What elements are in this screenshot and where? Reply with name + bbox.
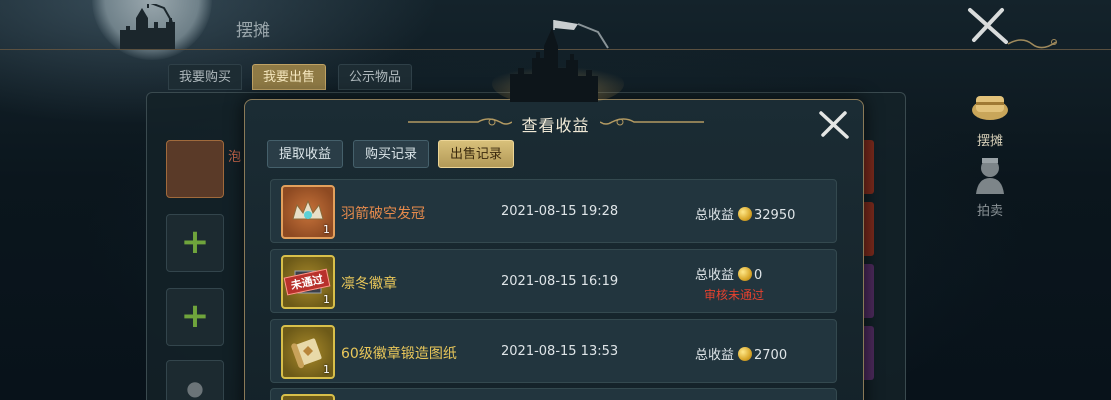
- ornament-icon: [600, 118, 704, 126]
- income-label: 总收益: [695, 348, 735, 363]
- item-quantity: 1: [323, 293, 330, 306]
- total-income: 总收益 32950: [695, 204, 795, 223]
- tab-purchase-records[interactable]: 购买记录: [353, 140, 430, 168]
- item-slot[interactable]: 1: [281, 325, 335, 379]
- item-quantity: 1: [323, 223, 330, 236]
- auctioneer-icon: [976, 158, 1004, 194]
- side-menu-auction[interactable]: 拍卖: [962, 154, 1018, 219]
- item-slot[interactable]: 1: [281, 185, 335, 239]
- close-icon[interactable]: [818, 110, 850, 140]
- stall-item-slot[interactable]: [166, 140, 224, 198]
- sale-record-row[interactable]: [270, 388, 837, 400]
- gold-coin-icon: [738, 267, 753, 281]
- sale-record-row[interactable]: 1 60级徽章锻造图纸 2021-08-15 13:53 总收益 2700: [270, 319, 837, 383]
- item-slot[interactable]: 未通过 1: [281, 255, 335, 309]
- income-label: 总收益: [695, 208, 735, 223]
- tab-sell[interactable]: 我要出售: [252, 64, 327, 90]
- item-slot[interactable]: [281, 394, 335, 400]
- income-value: 0: [754, 268, 763, 283]
- add-slot-button[interactable]: +: [166, 288, 224, 346]
- tab-public-items[interactable]: 公示物品: [338, 64, 413, 90]
- sale-record-row[interactable]: 未通过 1 凛冬徽章 2021-08-15 16:19 总收益 0 审核未通过: [270, 249, 837, 313]
- item-name: 60级徽章锻造图纸: [341, 346, 457, 362]
- sale-time: 2021-08-15 13:53: [501, 344, 619, 359]
- income-value: 32950: [754, 208, 796, 223]
- gold-coin-icon: [738, 347, 753, 361]
- tab-withdraw-earnings[interactable]: 提取收益: [267, 140, 344, 168]
- page-title: 摆摊: [236, 21, 270, 41]
- item-name: 凛冬徽章: [341, 276, 397, 292]
- income-value: 2700: [754, 348, 788, 363]
- crown-icon: [292, 199, 324, 220]
- lock-icon: ●: [166, 360, 224, 400]
- tab-buy[interactable]: 我要购买: [168, 64, 243, 90]
- total-income: 总收益 2700: [695, 344, 787, 363]
- total-income: 总收益 0: [695, 264, 762, 283]
- review-status: 审核未通过: [704, 288, 765, 302]
- dialog-title: 查看收益: [521, 116, 590, 135]
- sale-record-row[interactable]: 1 羽箭破空发冠 2021-08-15 19:28 总收益 32950: [270, 179, 837, 243]
- stall-item-name: 泡: [228, 150, 242, 165]
- tab-sale-records[interactable]: 出售记录: [438, 140, 515, 168]
- castle-emblem-icon: [492, 20, 624, 102]
- side-menu-label: 拍卖: [976, 204, 1003, 219]
- close-icon[interactable]: [966, 6, 1010, 46]
- item-quantity: 1: [323, 363, 330, 376]
- sale-time: 2021-08-15 19:28: [501, 204, 619, 219]
- add-slot-button[interactable]: +: [166, 214, 224, 272]
- gold-coin-icon: [738, 207, 753, 221]
- sale-time: 2021-08-15 16:19: [501, 274, 619, 289]
- ornament-icon: [1007, 39, 1057, 49]
- item-name: 羽箭破空发冠: [341, 206, 425, 222]
- income-label: 总收益: [695, 268, 735, 283]
- scroll-icon: [291, 338, 322, 369]
